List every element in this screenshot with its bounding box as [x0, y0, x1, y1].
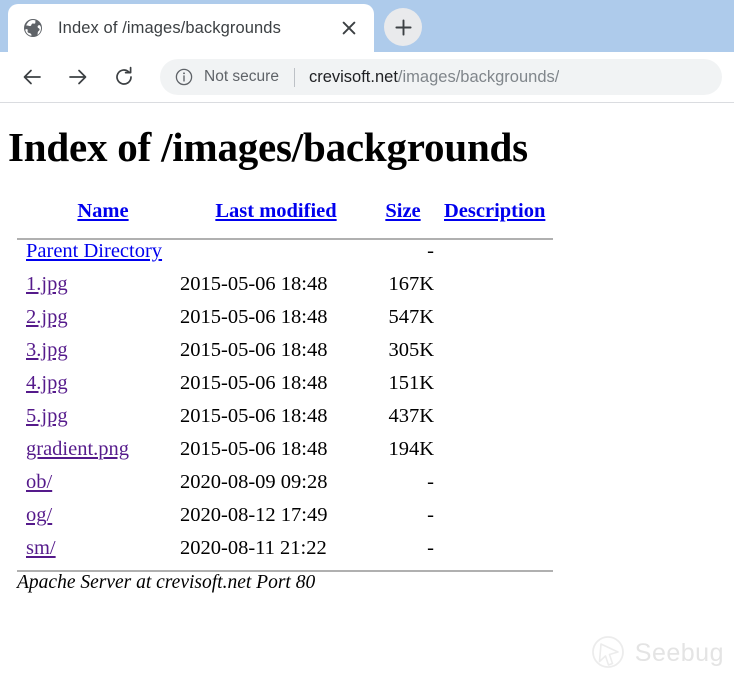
address-bar[interactable]: Not secure crevisoft.net/images/backgrou…	[160, 59, 722, 95]
tab-strip: Index of /images/backgrounds	[0, 0, 734, 52]
listing-row-date: 2015-05-06 18:48	[180, 339, 328, 362]
listing-row-size: 437K	[388, 405, 434, 428]
page-title: Index of /images/backgrounds	[8, 124, 528, 170]
browser-window: Index of /images/backgrounds Not secure …	[0, 0, 734, 682]
tab-title: Index of /images/backgrounds	[58, 18, 281, 37]
arrow-left-icon	[23, 69, 41, 85]
info-circle-icon[interactable]	[174, 67, 194, 87]
listing-row-date: 2020-08-12 17:49	[180, 504, 328, 527]
omnibox-divider	[293, 67, 295, 87]
browser-toolbar: Not secure crevisoft.net/images/backgrou…	[0, 52, 734, 103]
listing-rows: 1.jpg 2015-05-06 18:48 167K 2.jpg 2015-05-06…	[0, 273, 734, 570]
back-button[interactable]	[14, 59, 50, 95]
seebug-watermark-text: Seebug	[634, 638, 724, 667]
new-tab-button[interactable]	[384, 8, 422, 46]
url-host: crevisoft.net	[308, 67, 398, 86]
browser-tab[interactable]: Index of /images/backgrounds	[8, 4, 374, 52]
seebug-watermark: Seebug	[587, 632, 724, 674]
url-text: crevisoft.net/images/backgrounds/	[309, 68, 559, 87]
listing-row-date: 2020-08-11 21:22	[180, 537, 327, 560]
listing-row-size: 167K	[388, 273, 434, 296]
listing-row-name-cell: 1.jpg	[0, 273, 180, 296]
listing-row-size: 151K	[388, 372, 434, 395]
sort-by-last-modified-link[interactable]: Last modified	[215, 200, 336, 222]
listing-row: 4.jpg 2015-05-06 18:48 151K	[0, 372, 734, 405]
listing-row-name-cell: 4.jpg	[0, 372, 180, 395]
file-link[interactable]: gradient.png	[26, 438, 129, 460]
parent-directory-row: Parent Directory -	[0, 240, 734, 273]
arrow-right-icon	[69, 69, 87, 85]
listing-row-name-cell: ob/	[0, 471, 180, 494]
sort-by-description-link[interactable]: Description	[444, 200, 545, 222]
listing-row: 5.jpg 2015-05-06 18:48 437K	[0, 405, 734, 438]
listing-row-date: 2015-05-06 18:48	[180, 273, 328, 296]
listing-row-name-cell: 2.jpg	[0, 306, 180, 329]
listing-row-date: 2015-05-06 18:48	[180, 306, 328, 329]
file-link[interactable]: 3.jpg	[26, 339, 68, 361]
page-viewport: Index of /images/backgrounds Name Last m…	[0, 103, 734, 682]
file-link[interactable]: 1.jpg	[26, 273, 68, 295]
parent-directory-link[interactable]: Parent Directory	[26, 240, 162, 262]
listing-row-name-cell: 5.jpg	[0, 405, 180, 428]
file-link[interactable]: 4.jpg	[26, 372, 68, 394]
url-path: /images/backgrounds/	[397, 67, 560, 86]
listing-row: ob/2020-08-09 09:28 -	[0, 471, 734, 504]
listing-row-size: 305K	[388, 339, 434, 362]
listing-row-name-cell: sm/	[0, 537, 180, 560]
server-signature: Apache Server at crevisoft.net Port 80	[17, 572, 316, 594]
listing-row: 3.jpg 2015-05-06 18:48 305K	[0, 339, 734, 372]
file-link[interactable]: sm/	[26, 537, 56, 559]
listing-row-date: 2020-08-09 09:28	[180, 471, 328, 494]
listing-row-size: -	[427, 504, 434, 527]
listing-row-size: 194K	[388, 438, 434, 461]
listing-row: 2.jpg 2015-05-06 18:48 547K	[0, 306, 734, 339]
listing-row: sm/2020-08-11 21:22 -	[0, 537, 734, 570]
reload-button[interactable]	[106, 59, 142, 95]
listing-row: og/2020-08-12 17:49 -	[0, 504, 734, 537]
listing-row-date: 2015-05-06 18:48	[180, 372, 328, 395]
listing-row: gradient.png 2015-05-06 18:48 194K	[0, 438, 734, 471]
directory-listing: Name Last modified Size Description Pare…	[0, 200, 734, 594]
listing-header-row: Name Last modified Size Description	[0, 200, 734, 238]
listing-row: 1.jpg 2015-05-06 18:48 167K	[0, 273, 734, 306]
reload-icon	[116, 66, 132, 85]
file-link[interactable]: 2.jpg	[26, 306, 68, 328]
listing-row-date: 2015-05-06 18:48	[180, 405, 328, 428]
listing-row-size: -	[427, 471, 434, 494]
file-link[interactable]: og/	[26, 504, 52, 526]
file-link[interactable]: ob/	[26, 471, 52, 493]
parent-directory-size: -	[427, 240, 434, 263]
listing-row-size: 547K	[388, 306, 434, 329]
forward-button[interactable]	[60, 59, 96, 95]
globe-icon	[22, 17, 44, 39]
listing-row-name-cell: 3.jpg	[0, 339, 180, 362]
sort-by-name-link[interactable]: Name	[77, 200, 128, 222]
file-link[interactable]: 5.jpg	[26, 405, 68, 427]
listing-row-name-cell: og/	[0, 504, 180, 527]
listing-row-size: -	[427, 537, 434, 560]
plus-icon	[394, 18, 412, 36]
security-status-label: Not secure	[204, 68, 279, 85]
seebug-logo-icon	[587, 632, 629, 674]
listing-row-date: 2015-05-06 18:48	[180, 438, 328, 461]
sort-by-size-link[interactable]: Size	[385, 200, 420, 222]
close-icon[interactable]	[334, 13, 364, 43]
listing-row-name-cell: gradient.png	[0, 438, 180, 461]
